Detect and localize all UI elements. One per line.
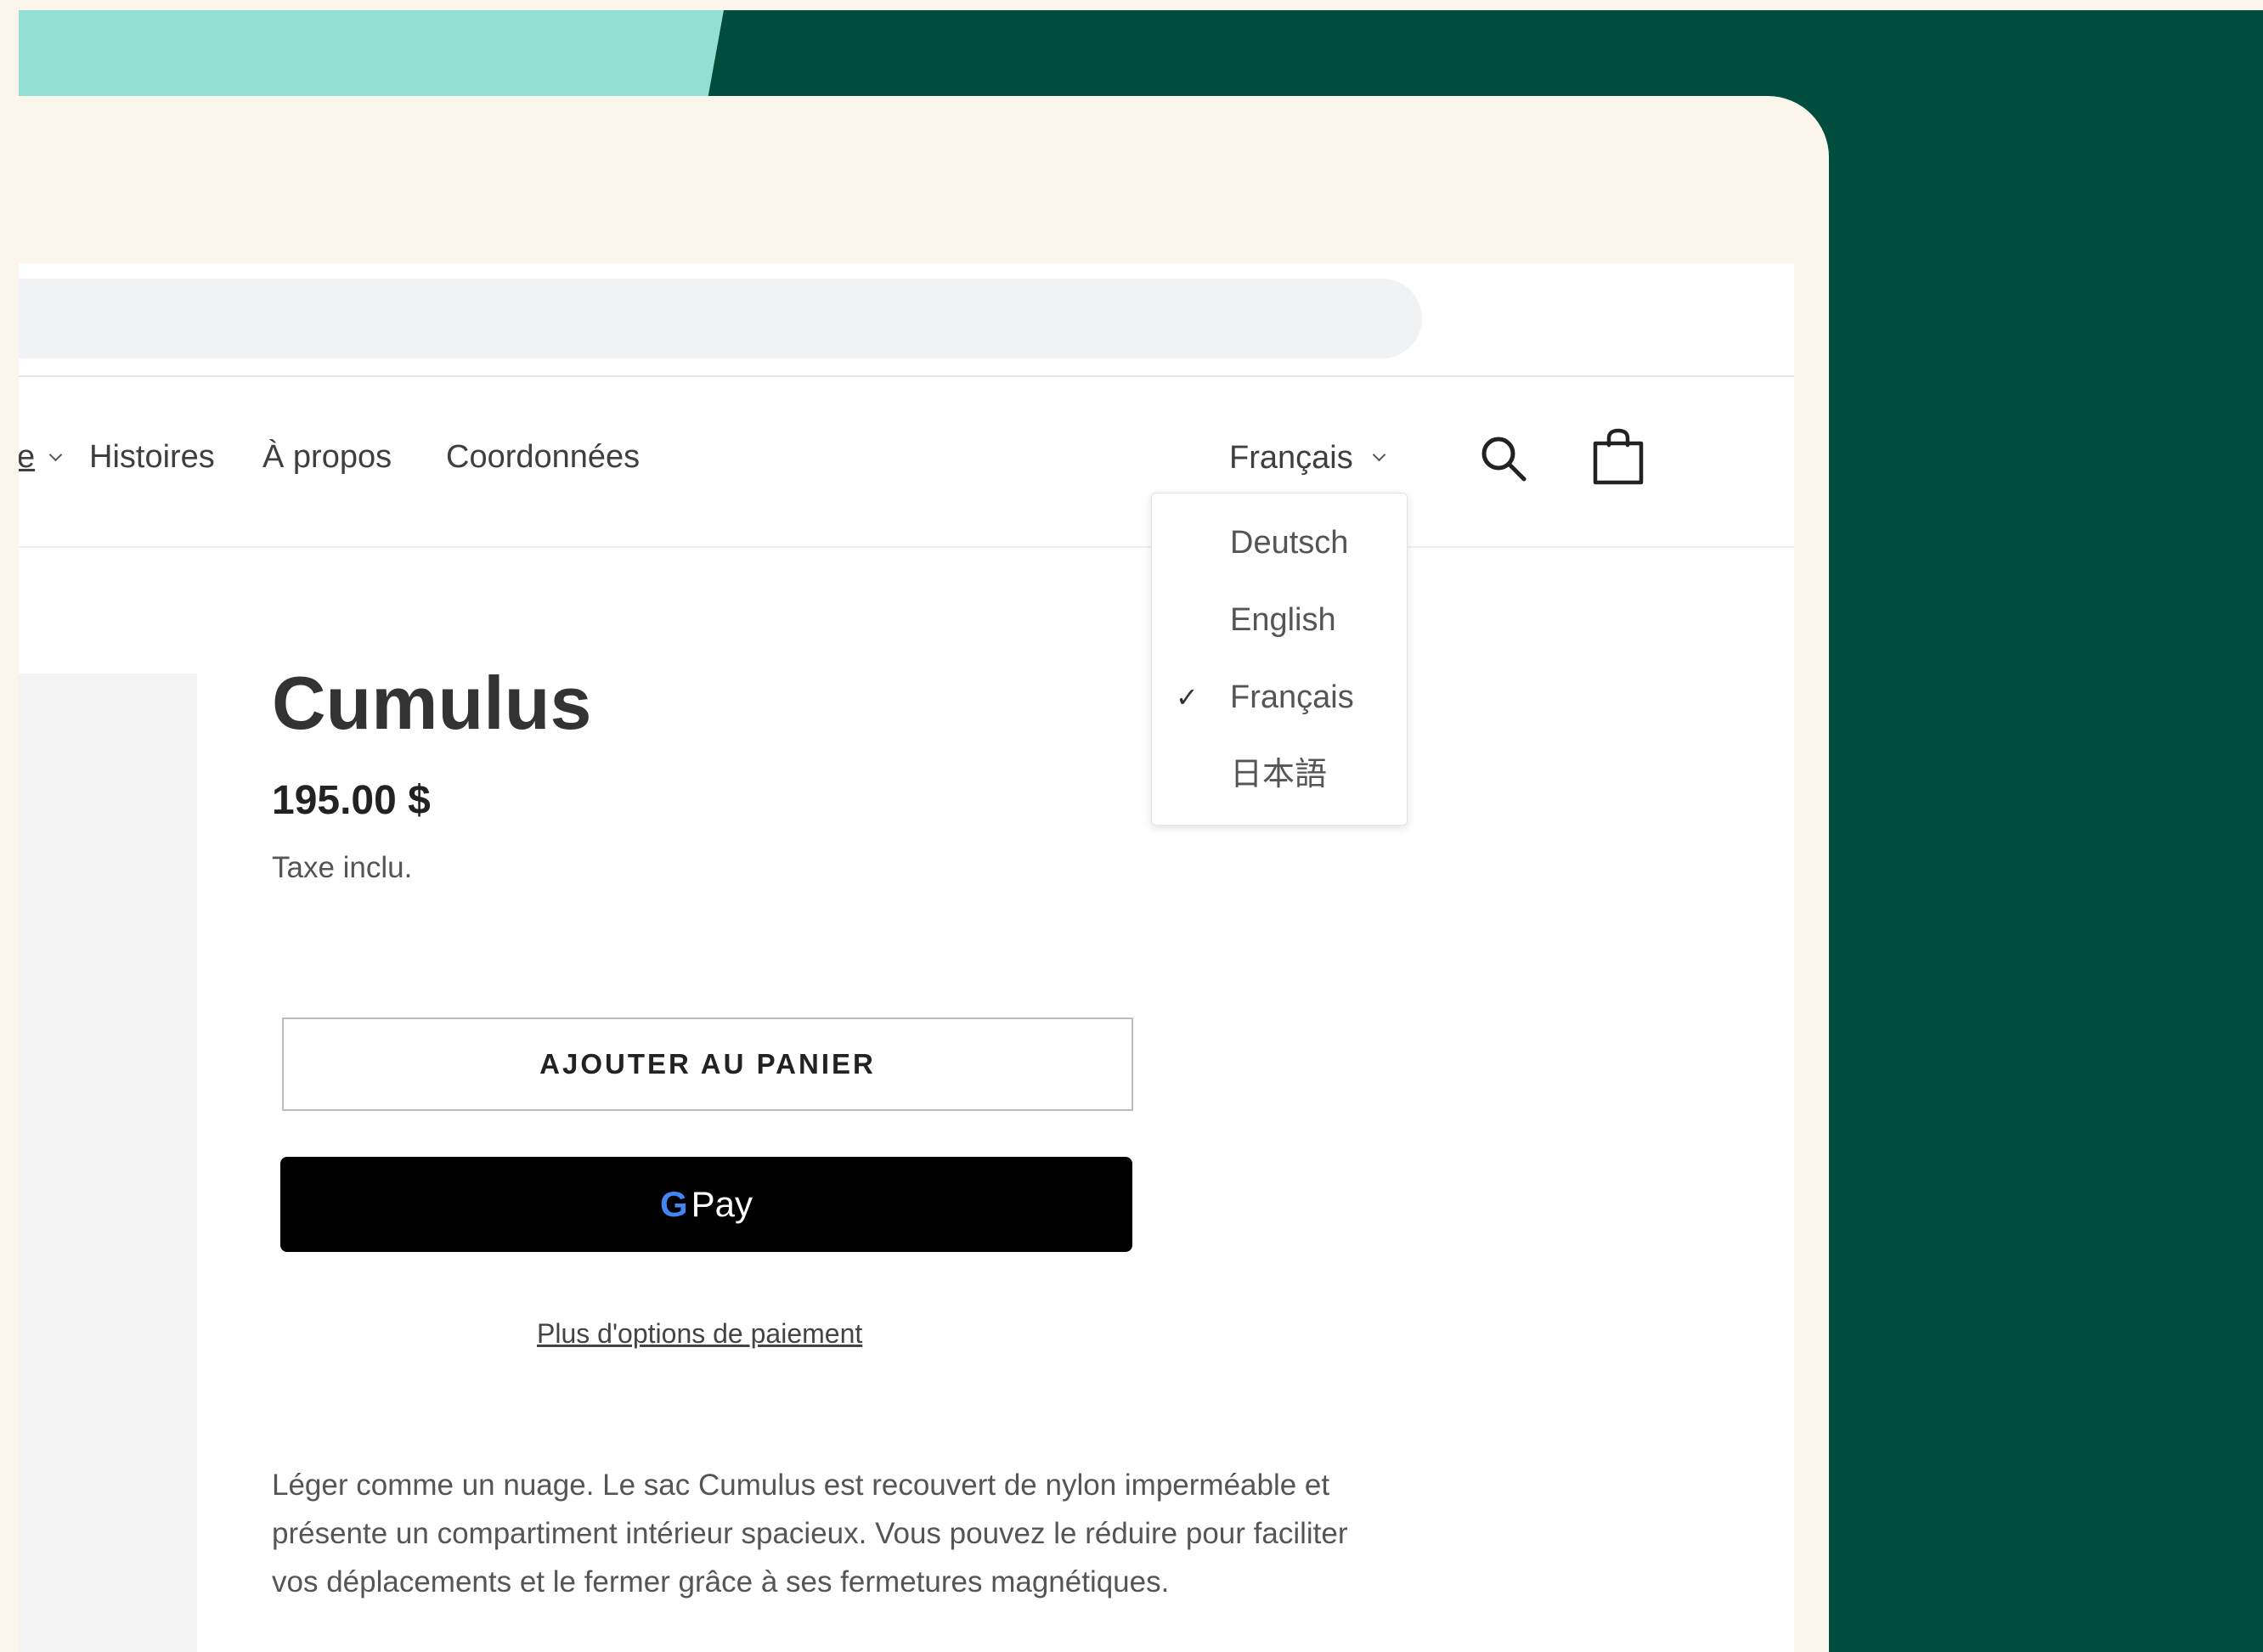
tax-note: Taxe inclu. (272, 851, 413, 884)
browser-window: e Histoires À propos Coordonnées Françai… (19, 263, 1794, 1652)
language-option-label: English (1230, 602, 1336, 638)
google-pay-button[interactable]: G Pay (280, 1157, 1132, 1252)
add-to-cart-button[interactable]: AJOUTER AU PANIER (282, 1018, 1133, 1111)
language-option-japanese[interactable]: 日本語 (1152, 741, 1407, 809)
nav-item-histoires[interactable]: Histoires (89, 438, 215, 476)
language-option-label: 日本語 (1230, 757, 1328, 792)
language-option-english[interactable]: English (1152, 586, 1407, 654)
more-payment-options-link[interactable]: Plus d'options de paiement (537, 1317, 862, 1350)
product-price: 195.00 $ (272, 778, 431, 823)
language-selector[interactable]: Français (1229, 439, 1353, 476)
address-bar[interactable] (19, 279, 1422, 358)
decorative-mint-shape (19, 10, 724, 104)
nav-item-catalogue[interactable]: e (19, 438, 35, 476)
chevron-down-icon (48, 448, 63, 462)
divider (19, 546, 1794, 548)
language-option-francais[interactable]: ✓ Français (1152, 663, 1407, 731)
product-title: Cumulus (272, 661, 592, 745)
shopping-bag-icon[interactable] (1589, 426, 1648, 488)
search-icon[interactable] (1476, 431, 1531, 486)
divider (19, 375, 1794, 377)
language-option-label: Français (1230, 679, 1354, 715)
nav-item-a-propos[interactable]: À propos (262, 438, 392, 476)
chevron-down-icon (1372, 448, 1386, 462)
product-description: Léger comme un nuage. Le sac Cumulus est… (272, 1469, 1348, 1598)
language-selector-label: Français (1229, 440, 1353, 476)
checkmark-icon: ✓ (1176, 682, 1199, 713)
top-border (0, 0, 2263, 10)
language-option-deutsch[interactable]: Deutsch (1152, 509, 1407, 577)
google-g-icon: G (659, 1184, 688, 1224)
product-image (19, 674, 197, 1652)
language-dropdown-menu: Deutsch English ✓ Français 日本語 (1151, 493, 1408, 826)
left-border (0, 0, 19, 1652)
nav-item-coordonnees[interactable]: Coordonnées (446, 438, 640, 476)
language-option-label: Deutsch (1230, 525, 1349, 561)
google-pay-label: Pay (691, 1184, 753, 1224)
